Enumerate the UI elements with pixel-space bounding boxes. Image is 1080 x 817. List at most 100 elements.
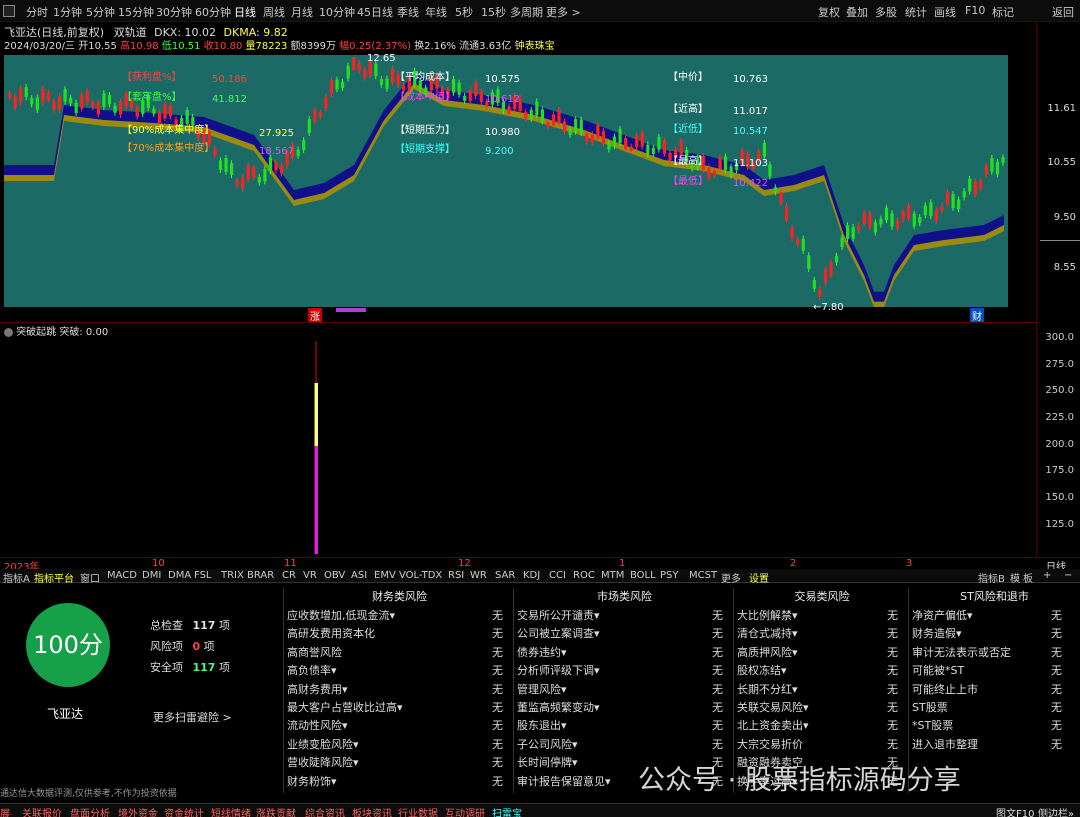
sidebar-toggle[interactable]: 侧边栏» [1038,805,1074,817]
indicator-tab[interactable]: PSY [660,570,679,581]
period-tab[interactable]: 30分钟 [156,4,192,20]
bottom-tab[interactable]: 互动调研 [445,805,485,817]
bottom-tab[interactable]: 板块资讯 [352,805,392,817]
period-tab[interactable]: 周线 [263,4,285,20]
indicator-tab[interactable]: BRAR [247,570,274,581]
toolbar-button[interactable]: 返回 [1052,4,1074,20]
risk-item[interactable]: 公司被立案调查▾ [517,625,600,641]
risk-item[interactable]: 大宗交易折价 [737,736,803,752]
indicator-tab[interactable]: MTM [601,570,624,581]
more-scan-link[interactable]: 更多扫雷避险 > [153,709,232,725]
period-tab[interactable]: 日线 [234,4,256,20]
risk-item[interactable]: 可能被*ST [912,662,964,678]
risk-item[interactable]: 最大客户占营收比过高▾ [287,699,403,715]
indicator-tab-right[interactable]: 指标B [978,570,1005,585]
bottom-tab[interactable]: 行业数据 [398,805,438,817]
period-tab[interactable]: 15秒 [481,4,506,20]
toolbar-button[interactable]: 统计 [905,4,927,20]
indicator-tab[interactable]: DMI [142,570,161,581]
risk-item[interactable]: 高质押风险▾ [737,644,798,660]
bottom-tab[interactable]: 境外资金 [118,805,158,817]
indicator-tab[interactable]: WR [470,570,487,581]
bottom-tab[interactable]: 短线情绪 [211,805,251,817]
indicator-tab[interactable]: VR [303,570,317,581]
toolbar-button[interactable]: F10 [965,4,985,17]
indicator-tab-right[interactable]: 板 [1023,570,1033,585]
toolbar-button[interactable]: 标记 [992,4,1014,20]
risk-item[interactable]: 股东退出▾ [517,717,567,733]
breakout-indicator-panel[interactable] [0,322,1036,558]
risk-item[interactable]: 长期不分红▾ [737,681,798,697]
indicator-tab[interactable]: FSL [194,570,212,581]
risk-item[interactable]: *ST股票 [912,717,953,733]
period-tab[interactable]: 45日线 [357,4,393,20]
indicator-tab[interactable]: MACD [107,570,137,581]
f10-link[interactable]: 图文F10 [996,805,1034,817]
risk-item[interactable]: 可能终止上市 [912,681,978,697]
period-tab[interactable]: 分时 [26,4,48,20]
risk-item[interactable]: 大比例解禁▾ [737,607,798,623]
indicator-tab[interactable]: ROC [573,570,595,581]
indicator-tab-right[interactable]: − [1064,570,1072,581]
finance-marker[interactable]: 财 [970,308,984,323]
indicator-tab[interactable]: SAR [495,570,515,581]
risk-item[interactable]: 财务造假▾ [912,625,962,641]
period-tab[interactable]: 60分钟 [195,4,231,20]
risk-item[interactable]: 财务粉饰▾ [287,773,337,789]
period-tab[interactable]: 季线 [397,4,419,20]
risk-item[interactable]: 应收数增加,低现金流▾ [287,607,395,623]
period-tab[interactable]: 更多 > [546,4,581,20]
indicator-tab[interactable]: EMV [374,570,396,581]
risk-item[interactable]: 债券违约▾ [517,644,567,660]
period-tab[interactable]: 月线 [291,4,313,20]
period-tab[interactable]: 多周期 [510,4,543,20]
indicator-tab[interactable]: KDJ [523,570,540,581]
indicator-tab[interactable]: 窗口 [80,570,100,585]
bottom-tab[interactable]: 关联报价 [22,805,62,817]
risk-item[interactable]: 流动性风险▾ [287,717,348,733]
toolbar-button[interactable]: 多股 [875,4,897,20]
indicator-tab[interactable]: DMA [168,570,191,581]
indicator-tab[interactable]: ASI [351,570,367,581]
indicator-tab[interactable]: CCI [549,570,566,581]
risk-item[interactable]: 清仓式减持▾ [737,625,798,641]
risk-item[interactable]: 净资产偏低▾ [912,607,973,623]
risk-item[interactable]: 股权冻结▾ [737,662,787,678]
indicator-tab-right[interactable]: 模 [1010,570,1020,585]
risk-item[interactable]: 管理风险▾ [517,681,567,697]
risk-item[interactable]: 长时间停牌▾ [517,754,578,770]
limit-up-marker[interactable]: 涨 [308,308,322,323]
toolbar-button[interactable]: 复权 [818,4,840,20]
bottom-tab[interactable]: 盘面分析 [70,805,110,817]
period-tab[interactable]: 15分钟 [118,4,154,20]
risk-item[interactable]: 北上资金卖出▾ [737,717,809,733]
risk-item[interactable]: 审计报告保留意见▾ [517,773,611,789]
risk-item[interactable]: 高研发费用资本化 [287,625,375,641]
indicator-tab[interactable]: MCST [689,570,717,581]
risk-item[interactable]: ST股票 [912,699,948,715]
risk-item[interactable]: 子公司风险▾ [517,736,578,752]
indicator-tab[interactable]: 更多 [721,570,741,585]
indicator-tab[interactable]: 指标A [3,570,30,585]
indicator-tab-right[interactable]: + [1043,570,1051,581]
risk-item[interactable]: 交易所公开谴责▾ [517,607,600,623]
bottom-tab[interactable]: 涨跌贡献 [256,805,296,817]
risk-item[interactable]: 高商誉风险 [287,644,342,660]
risk-item[interactable]: 营收陡降风险▾ [287,754,359,770]
toolbar-button[interactable]: 画线 [934,4,956,20]
risk-item[interactable]: 进入退市整理 [912,736,978,752]
risk-item[interactable]: 高负债率▾ [287,662,337,678]
period-tab[interactable]: 年线 [425,4,447,20]
toolbar-button[interactable]: 叠加 [846,4,868,20]
indicator-tab[interactable]: 设置 [749,570,769,585]
bottom-tab[interactable]: 资金统计 [164,805,204,817]
indicator-tab[interactable]: RSI [448,570,464,581]
indicator-tab[interactable]: TRIX [221,570,244,581]
bottom-tab[interactable]: 综合资讯 [305,805,345,817]
period-tab[interactable]: 5秒 [455,4,473,20]
risk-item[interactable]: 高财务费用▾ [287,681,348,697]
indicator-tab[interactable]: CR [282,570,296,581]
risk-item[interactable]: 审计无法表示或否定 [912,644,1011,660]
risk-item[interactable]: 关联交易风险▾ [737,699,809,715]
indicator-collapse-icon[interactable] [4,327,13,337]
